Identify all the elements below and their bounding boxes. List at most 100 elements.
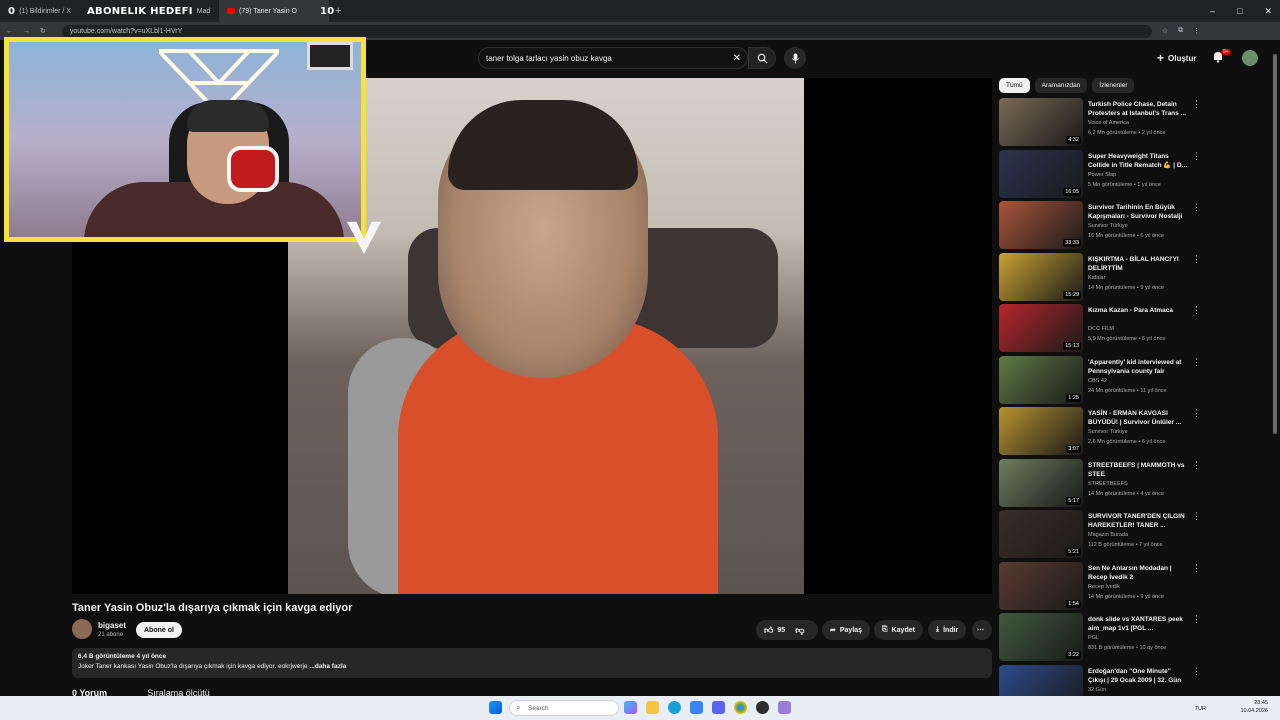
video-thumbnail[interactable]: 4:32	[999, 98, 1083, 146]
channel-name[interactable]: DCC FİLM	[1088, 326, 1114, 332]
recommendation-item[interactable]: 1:54 Sen Ne Anlarsın Modadan | Recep İved…	[999, 561, 1269, 613]
more-options-icon[interactable]: ⋮	[1192, 254, 1201, 265]
browser-tab-2[interactable]: ABONELIK HEDEFI Mad	[79, 0, 219, 22]
more-actions-button[interactable]: ⋯	[972, 620, 992, 640]
discord-icon[interactable]	[712, 701, 725, 714]
video-thumbnail[interactable]: 15:13	[999, 304, 1083, 352]
more-options-icon[interactable]: ⋮	[1192, 151, 1201, 162]
video-title[interactable]: Turkish Police Chase, Detain Protesters …	[1088, 100, 1188, 118]
recommendation-item[interactable]: 4:32 Turkish Police Chase, Detain Protest…	[999, 97, 1269, 149]
video-title[interactable]: 'Apparently' kid interviewed at Pennsylv…	[1088, 358, 1188, 376]
voice-search-button[interactable]	[784, 47, 806, 69]
description-box[interactable]: 6,4 B görüntüleme 4 yıl önce Joker Taner…	[72, 648, 992, 678]
video-thumbnail[interactable]: 3:22	[999, 613, 1083, 661]
system-tray[interactable]: TUR 23:45 10.04.2026	[1195, 699, 1268, 715]
new-tab-button[interactable]: +	[335, 5, 341, 17]
recommendation-item[interactable]: 16:05 Super Heavyweight Titans Collide in…	[999, 149, 1269, 201]
taskbar-search-input[interactable]: ⌕ Search	[509, 700, 619, 716]
chip-watched[interactable]: İzlenenler	[1092, 78, 1135, 93]
channel-name[interactable]: Power Slap	[1088, 172, 1116, 178]
channel-name[interactable]: CBS 42	[1088, 378, 1107, 384]
store-icon[interactable]	[690, 701, 703, 714]
video-title[interactable]: Super Heavyweight Titans Collide in Titl…	[1088, 152, 1188, 170]
video-title[interactable]: Survivor Tarihinin En Büyük Kapışmaları …	[1088, 203, 1188, 221]
channel-name[interactable]: STREETBEEFS	[1088, 481, 1128, 487]
video-title[interactable]: Erdoğan'dan "One Minute" Çıkışı | 29 Oca…	[1088, 667, 1188, 686]
video-thumbnail[interactable]: 1:25	[999, 355, 1083, 404]
video-thumbnail[interactable]: 33:33	[999, 201, 1083, 249]
recommendation-item[interactable]: 5:21 SURVIVOR TANER'DEN ÇILGIN HAREKETLER…	[999, 509, 1269, 561]
video-thumbnail[interactable]: 5:17	[999, 458, 1083, 507]
subscribe-button[interactable]: Abone ol	[136, 622, 182, 638]
clear-search-icon[interactable]: ✕	[733, 53, 741, 64]
search-button[interactable]	[748, 47, 776, 69]
more-options-icon[interactable]: ⋮	[1192, 99, 1201, 110]
save-button[interactable]: ⎘ Kaydet	[874, 620, 923, 640]
menu-icon[interactable]: ⋮	[1193, 27, 1200, 35]
close-button[interactable]: ✕	[1264, 6, 1272, 17]
more-options-icon[interactable]: ⋮	[1192, 563, 1201, 574]
video-title[interactable]: Sen Ne Anlarsın Modadan | Recep İvedik 2	[1088, 564, 1188, 582]
recommendation-item[interactable]: 3:22 donk slide vs XANTARES peek aim_map …	[999, 612, 1269, 664]
video-thumbnail[interactable]: 3:07	[999, 407, 1083, 455]
dislike-icon[interactable]: 👎︎	[795, 625, 804, 636]
address-bar[interactable]: youtube.com/watch?v=uXLbl1-HVrY	[61, 24, 1152, 38]
edge-icon[interactable]	[668, 701, 681, 714]
channel-avatar[interactable]	[72, 619, 92, 639]
like-icon[interactable]: 👍︎	[764, 625, 773, 636]
more-options-icon[interactable]: ⋮	[1192, 511, 1201, 522]
bookmark-star-icon[interactable]: ☆	[1162, 27, 1168, 35]
video-title[interactable]: YASİN - ERMAN KAVGASI BÜYÜDÜ! | Survivor…	[1088, 409, 1188, 427]
browser-tab-x[interactable]: 0 (1) Bildirimler / X	[0, 0, 79, 22]
chip-all[interactable]: Tümü	[999, 78, 1030, 93]
search-input[interactable]: taner tolga tarlacı yasin obuz kavga ✕	[478, 47, 748, 69]
channel-name[interactable]: 32.Gün	[1088, 687, 1106, 693]
video-thumbnail[interactable]: 1:54	[999, 561, 1083, 610]
recommendation-item[interactable]: 1:25 'Apparently' kid interviewed at Penn…	[999, 355, 1269, 407]
video-thumbnail[interactable]: 15:29	[999, 252, 1083, 301]
create-button[interactable]: + Oluştur	[1157, 49, 1196, 67]
account-avatar[interactable]	[1242, 50, 1258, 66]
app-icon[interactable]	[778, 701, 791, 714]
file-explorer-icon[interactable]	[646, 701, 659, 714]
windows-start-icon[interactable]	[489, 701, 502, 714]
channel-name[interactable]: Recep İvedik	[1088, 584, 1120, 590]
channel-name[interactable]: bigaset	[98, 621, 126, 630]
more-options-icon[interactable]: ⋮	[1192, 666, 1201, 677]
more-options-icon[interactable]: ⋮	[1192, 357, 1201, 368]
channel-name[interactable]: Survivor Türkiye	[1088, 223, 1128, 229]
more-options-icon[interactable]: ⋮	[1192, 202, 1201, 213]
scrollbar-thumb[interactable]	[1273, 54, 1277, 434]
channel-name[interactable]: Magazin Burada	[1088, 532, 1128, 538]
obs-icon[interactable]	[756, 701, 769, 714]
video-thumbnail[interactable]: 5:21	[999, 510, 1083, 558]
maximize-button[interactable]: □	[1237, 6, 1242, 16]
video-title[interactable]: Kızma Kazan - Para Atmaca	[1088, 306, 1188, 315]
video-title[interactable]: SURVIVOR TANER'DEN ÇILGIN HAREKETLER! TA…	[1088, 512, 1188, 530]
more-options-icon[interactable]: ⋮	[1192, 614, 1201, 625]
browser-tab-youtube[interactable]: (79) Taner Yasin O 10	[219, 0, 334, 22]
share-button[interactable]: ➦ Paylaş	[822, 620, 871, 640]
reload-icon[interactable]: ↻	[40, 27, 46, 35]
page-scrollbar[interactable]	[1270, 44, 1280, 694]
recommendation-item[interactable]: 15:29 KIŞKIRTMA - BİLAL HANCI'YI DELİRTTİ…	[999, 252, 1269, 304]
chrome-icon[interactable]	[734, 701, 747, 714]
back-icon[interactable]: ←	[6, 28, 13, 35]
video-title[interactable]: KIŞKIRTMA - BİLAL HANCI'YI DELİRTTİM	[1088, 255, 1188, 273]
video-title[interactable]: STREETBEEFS | MAMMOTH vs STEE	[1088, 461, 1188, 479]
channel-name[interactable]: PGL	[1088, 635, 1099, 641]
recommendation-item[interactable]: 5:17 STREETBEEFS | MAMMOTH vs STEE STREETB…	[999, 458, 1269, 510]
recommendation-item[interactable]: 33:33 Survivor Tarihinin En Büyük Kapışma…	[999, 200, 1269, 252]
more-options-icon[interactable]: ⋮	[1192, 408, 1201, 419]
recommendation-item[interactable]: 3:07 YASİN - ERMAN KAVGASI BÜYÜDÜ! | Surv…	[999, 406, 1269, 458]
extensions-icon[interactable]: ⧉	[1178, 27, 1183, 35]
video-title[interactable]: donk slide vs XANTARES peek aim_map 1v1 …	[1088, 615, 1188, 633]
video-thumbnail[interactable]: 16:05	[999, 149, 1083, 198]
forward-icon[interactable]: →	[23, 28, 30, 35]
recommendation-item[interactable]: 15:13 Kızma Kazan - Para Atmaca DCC FİLM 5,…	[999, 303, 1269, 355]
more-options-icon[interactable]: ⋮	[1192, 460, 1201, 471]
copilot-icon[interactable]	[624, 701, 637, 714]
show-more-link[interactable]: ...daha fazla	[309, 663, 346, 670]
download-button[interactable]: ⤓ İndir	[928, 620, 967, 640]
channel-name[interactable]: Voice of America	[1088, 120, 1129, 126]
